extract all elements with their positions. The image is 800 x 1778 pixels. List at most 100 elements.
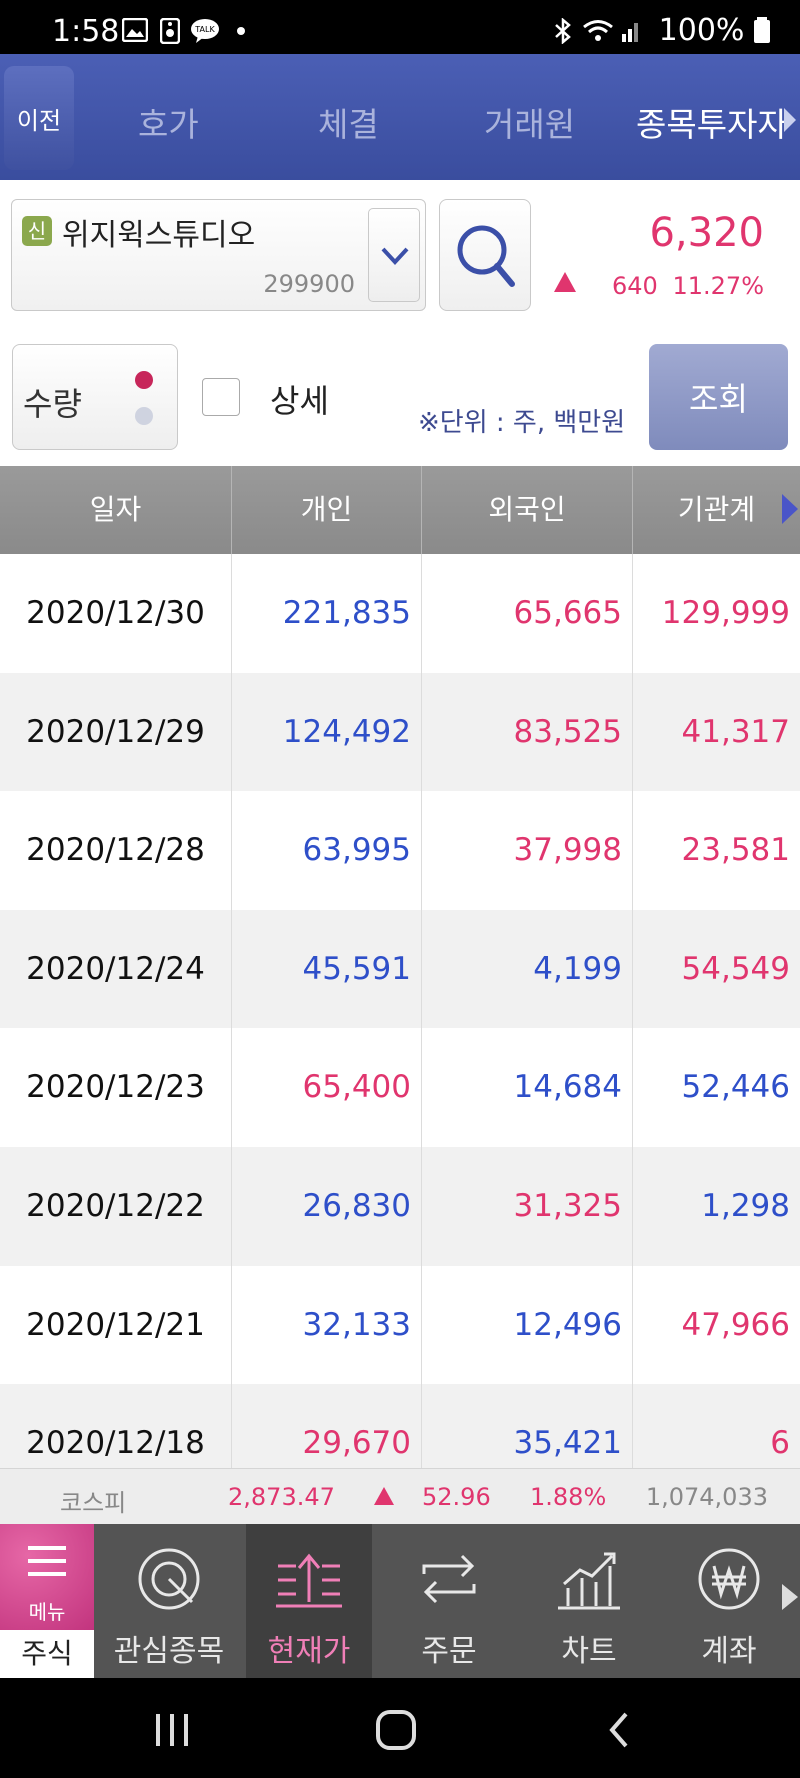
row-institution: 129,999 — [661, 595, 790, 631]
dot-icon — [237, 27, 245, 35]
table-row[interactable]: 2020/12/24 45,591 4,199 54,549 — [0, 909, 800, 1029]
nav-scroll-right-icon[interactable] — [782, 1584, 798, 1610]
nav-chart-label: 차트 — [561, 1634, 617, 1669]
battery-icon — [754, 17, 770, 43]
wifi-signal-icon — [583, 20, 638, 42]
table-row[interactable]: 2020/12/30 221,835 65,665 129,999 — [0, 554, 800, 673]
chevron-down-icon — [381, 247, 409, 265]
index-name: 코스피 — [60, 1489, 127, 1517]
row-individual: 26,830 — [232, 1146, 422, 1266]
menu-button[interactable]: 메뉴 — [0, 1524, 94, 1630]
row-foreign: 37,998 — [422, 791, 633, 910]
row-date: 2020/12/23 — [0, 1028, 232, 1147]
tab-hoga[interactable]: 호가 — [138, 98, 199, 146]
row-foreign: 35,421 — [422, 1384, 633, 1468]
table-row[interactable]: 2020/12/28 63,995 37,998 23,581 — [0, 791, 800, 910]
row-individual: 221,835 — [232, 554, 422, 673]
search-icon — [457, 225, 515, 287]
table-row[interactable]: 2020/12/29 124,492 83,525 41,317 — [0, 672, 800, 792]
row-institution: 54,549 — [681, 950, 790, 987]
filter-bar: 수량 상세 ※단위 : 주, 백만원 조회 — [0, 330, 800, 466]
tab-brokers[interactable]: 거래원 — [484, 98, 575, 146]
stock-category-tab[interactable]: 주식 — [0, 1630, 94, 1678]
row-date: 2020/12/24 — [0, 909, 232, 1029]
stock-selector[interactable]: 신 위지윅스튜디오 299900 — [11, 199, 426, 311]
tab-trades[interactable]: 체결 — [318, 98, 379, 146]
stock-name: 위지윅스튜디오 — [62, 218, 256, 253]
header-institution: 기관계 — [677, 493, 756, 526]
credit-badge: 신 — [22, 216, 52, 246]
top-tab-bar: 이전 호가 체결 거래원 종목투자자 — [0, 54, 800, 180]
row-date: 2020/12/30 — [0, 554, 232, 673]
detail-label[interactable]: 상세 — [270, 376, 329, 422]
stock-selector-bar: 신 위지윅스튜디오 299900 6,320 640 11.27% — [0, 180, 800, 330]
query-button[interactable]: 조회 — [649, 344, 788, 450]
table-header: 일자 개인 외국인 기관계 — [0, 466, 800, 554]
header-date: 일자 — [0, 466, 232, 554]
row-foreign: 12,496 — [422, 1265, 633, 1385]
table-row[interactable]: 2020/12/18 29,670 35,421 6 — [0, 1384, 800, 1468]
current-price-icon — [276, 1553, 342, 1608]
index-value: 2,873.47 — [228, 1483, 335, 1511]
target-icon — [138, 1548, 200, 1610]
nav-account[interactable]: 계좌 — [666, 1524, 792, 1678]
back-button[interactable]: 이전 — [4, 66, 74, 170]
detail-checkbox[interactable] — [202, 378, 240, 416]
tab-scroll-right-icon[interactable] — [782, 106, 798, 134]
back-label: 이전 — [16, 106, 62, 135]
home-icon[interactable] — [374, 1708, 418, 1752]
investor-table: 일자 개인 외국인 기관계 2020/12/30 221,835 65,665 129… — [0, 466, 800, 1468]
stock-code: 299900 — [263, 270, 355, 298]
query-label: 조회 — [689, 380, 748, 418]
row-individual: 45,591 — [232, 909, 422, 1029]
row-individual: 124,492 — [232, 672, 422, 792]
row-foreign: 65,665 — [422, 554, 633, 673]
row-foreign: 83,525 — [422, 672, 633, 792]
row-institution: 47,966 — [681, 1306, 790, 1343]
row-foreign: 14,684 — [422, 1028, 633, 1147]
nav-current-price[interactable]: 현재가 — [246, 1524, 372, 1678]
nav-order[interactable]: 주문 — [386, 1524, 512, 1678]
nav-chart[interactable]: 차트 — [526, 1524, 652, 1678]
row-institution: 52,446 — [681, 1069, 790, 1106]
back-nav-icon[interactable] — [604, 1708, 634, 1752]
nav-watchlist-label: 관심종목 — [113, 1634, 225, 1669]
row-institution: 41,317 — [681, 713, 790, 750]
battery-text: 100% — [658, 13, 745, 48]
index-ticker-bar[interactable]: 코스피 2,873.47 52.96 1.88% 1,074,033 — [0, 1468, 800, 1524]
current-price: 6,320 — [649, 210, 764, 256]
chart-icon — [558, 1552, 620, 1610]
row-individual: 65,400 — [232, 1028, 422, 1147]
price-change: 640 — [612, 272, 658, 300]
system-nav-bar — [0, 1678, 800, 1778]
battery-level: 100% — [659, 13, 770, 48]
row-individual: 63,995 — [232, 791, 422, 910]
status-time: 1:58 — [52, 14, 120, 49]
tab-stock-investors[interactable]: 종목투자자 — [636, 98, 788, 146]
nav-order-label: 주문 — [421, 1634, 477, 1669]
search-button[interactable] — [439, 199, 531, 311]
table-row[interactable]: 2020/12/21 32,133 12,496 47,966 — [0, 1265, 800, 1385]
nav-watchlist[interactable]: 관심종목 — [106, 1524, 232, 1678]
gallery-icon — [122, 18, 148, 42]
header-foreign: 외국인 — [422, 466, 633, 554]
table-row[interactable]: 2020/12/23 65,400 14,684 52,446 — [0, 1028, 800, 1147]
svg-text:TALK: TALK — [194, 25, 215, 34]
table-scroll-right-icon[interactable] — [782, 494, 798, 524]
row-date: 2020/12/22 — [0, 1146, 232, 1266]
row-foreign: 4,199 — [422, 909, 633, 1029]
recent-apps-icon[interactable] — [152, 1710, 192, 1750]
row-individual: 32,133 — [232, 1265, 422, 1385]
table-row[interactable]: 2020/12/22 26,830 31,325 1,298 — [0, 1146, 800, 1266]
header-individual: 개인 — [232, 466, 422, 554]
up-arrow-icon — [554, 272, 576, 292]
unit-note: ※단위 : 주, 백만원 — [418, 408, 626, 438]
row-date: 2020/12/29 — [0, 672, 232, 792]
row-institution: 23,581 — [681, 832, 790, 869]
quantity-toggle[interactable]: 수량 — [12, 344, 178, 450]
stock-dropdown-button[interactable] — [368, 208, 420, 302]
row-foreign: 31,325 — [422, 1146, 633, 1266]
row-date: 2020/12/28 — [0, 791, 232, 910]
row-institution: 6 — [770, 1425, 790, 1462]
order-icon — [422, 1554, 476, 1604]
